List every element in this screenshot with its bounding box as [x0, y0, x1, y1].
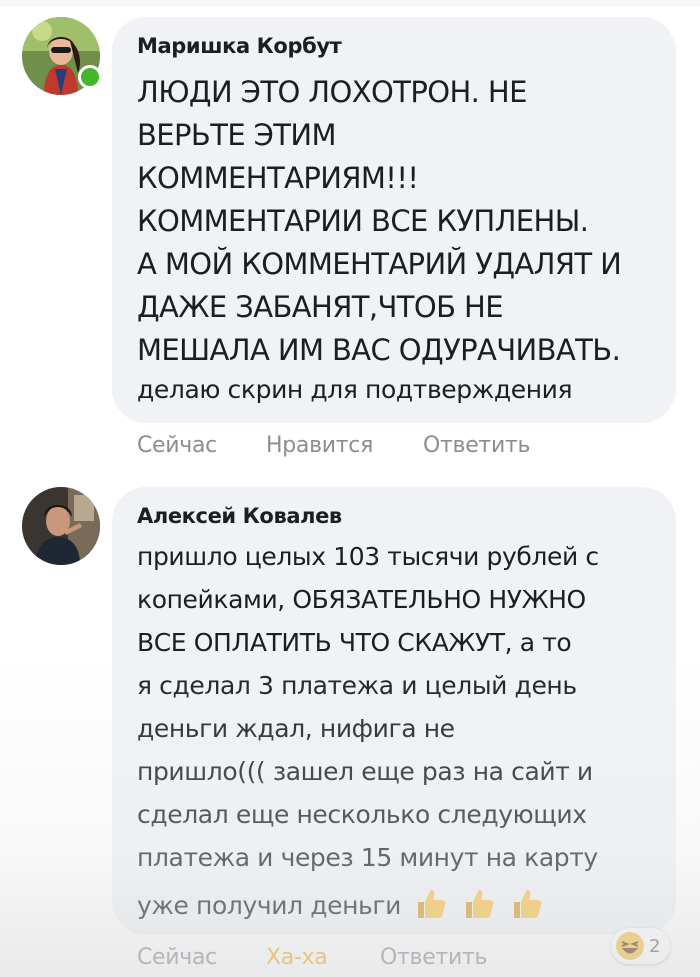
reply-button[interactable]: Ответить	[380, 945, 487, 970]
laughing-emoji-icon	[615, 931, 645, 961]
comment-text-line: пришло целых 103 тысячи рублей с	[137, 542, 599, 571]
comment-text-line: копейками, ОБЯЗАТЕЛЬНО НУЖНО	[137, 585, 586, 614]
avatar-wrap[interactable]	[22, 17, 102, 95]
avatar[interactable]	[22, 487, 100, 565]
comment-text-line: ЛЮДИ ЭТО ЛОХОТРОН. НЕ	[137, 75, 527, 109]
comment-text-line: КОММЕНТАРИИ ВСЕ КУПЛЕНЫ.	[137, 204, 589, 238]
comment-text: уже получил деньги	[137, 891, 401, 920]
comment-timestamp[interactable]: Сейчас	[137, 433, 217, 458]
comment-author[interactable]: Маришка Корбут	[137, 34, 342, 58]
comment-text-line: я сделал 3 платежа и целый день	[137, 671, 577, 700]
comment-text-line: КОММЕНТАРИЯМ!!!	[137, 161, 419, 195]
reply-button[interactable]: Ответить	[423, 433, 530, 458]
comment-text-line: делаю скрин для подтверждения	[137, 375, 573, 404]
haha-reaction-button[interactable]: Ха-ха	[266, 945, 328, 970]
top-divider	[0, 0, 700, 6]
comment-text-line: платежа и через 15 минут на карту	[137, 843, 598, 872]
comment-text-line: ДАЖЕ ЗАБАНЯТ,ЧТОБ НЕ	[137, 290, 504, 324]
comment-text-line: МЕШАЛА ИМ ВАС ОДУРАЧИВАТЬ.	[137, 333, 621, 367]
comment-text-line: сделал еще несколько следующих	[137, 800, 587, 829]
comment-text-line: А МОЙ КОММЕНТАРИЙ УДАЛЯТ И	[137, 247, 622, 281]
comment-text-line: ВЕРЬТЕ ЭТИМ	[137, 118, 337, 152]
comment-text-line: пришло((( зашел еще раз на сайт и	[137, 757, 593, 786]
comment-text-line: ВСЕ ОПЛАТИТЬ ЧТО СКАЖУТ, а то	[137, 628, 572, 657]
reaction-count: 2	[649, 935, 661, 957]
like-button[interactable]: Нравится	[266, 433, 373, 458]
comment-author[interactable]: Алексей Ковалев	[137, 504, 342, 528]
online-status-dot	[78, 65, 102, 89]
avatar-photo	[22, 487, 100, 565]
comment-text-line: деньги ждал, нифига не	[137, 714, 455, 743]
comment-text-line-last: уже получил деньги	[137, 886, 544, 922]
comment-timestamp[interactable]: Сейчас	[137, 945, 217, 970]
thumbs-up-icon	[460, 886, 496, 922]
avatar-wrap[interactable]	[22, 487, 100, 565]
reaction-summary[interactable]: 2	[611, 928, 671, 964]
thumbs-up-icon	[412, 886, 448, 922]
thumbs-up-icon	[508, 886, 544, 922]
comments-screen: Маришка Корбут ЛЮДИ ЭТО ЛОХОТРОН. НЕ ВЕР…	[0, 0, 700, 977]
